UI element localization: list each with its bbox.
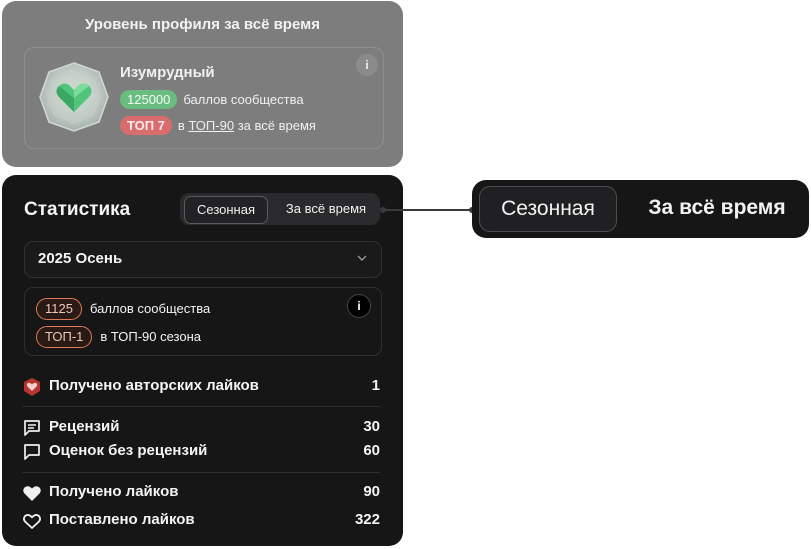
stat-label: Оценок без рецензий [49,442,208,459]
zoom-tab-season[interactable]: Сезонная [479,186,617,232]
tab-all-time[interactable]: За всё время [276,196,376,222]
points-label: баллов сообщества [183,92,304,107]
statistics-card: Статистика Сезонная За всё время 2025 Ос… [2,175,403,546]
stat-row-ratings: Оценок без рецензий 60 [22,440,380,462]
stat-value: 90 [363,483,380,500]
season-rank-badge: ТОП-1 [36,326,93,348]
tab-season[interactable]: Сезонная [184,196,268,224]
season-summary: 1125 баллов сообщества ТОП-1 в ТОП-90 сезо… [24,287,382,356]
stat-row-received-likes: Получено лайков 90 [22,481,380,503]
comment-icon [24,444,40,460]
season-select-value: 2025 Осень [38,250,123,267]
season-select[interactable]: 2025 Осень [24,241,382,278]
heart-shield-icon [24,378,40,396]
divider [22,472,380,473]
statistics-title: Статистика [24,199,131,220]
season-points-row: 1125 баллов сообщества [36,298,210,320]
top90-link[interactable]: ТОП-90 [188,118,234,133]
info-icon[interactable]: i [347,294,371,318]
stat-row-given-likes: Поставлено лайков 322 [22,509,380,531]
level-points-row: 125000 баллов сообщества [120,90,304,109]
level-rank-row: ТОП 7 в ТОП-90 за всё время [120,116,316,135]
review-icon [24,420,40,436]
zoom-tab-all-time[interactable]: За всё время [632,186,802,230]
rank-suffix: за всё время [237,118,316,133]
level-name: Изумрудный [120,64,215,81]
info-icon[interactable]: i [356,54,378,76]
heart-filled-icon [23,486,41,501]
stat-label: Получено авторских лайков [49,377,259,394]
points-badge: 125000 [120,90,178,109]
season-points-label: баллов сообщества [89,301,211,316]
season-points-badge: 1125 [36,298,82,320]
chevron-down-icon [357,255,367,261]
divider [22,406,380,407]
stat-label: Поставлено лайков [49,511,195,528]
stat-row-author-likes: Получено авторских лайков 1 [22,375,380,397]
season-rank-label: в ТОП-90 сезона [100,329,202,344]
heart-outline-icon [23,514,41,529]
stat-value: 322 [354,511,380,528]
zoomed-period-toggle: Сезонная За всё время [472,180,809,238]
stat-value: 1 [371,377,380,394]
level-summary: Изумрудный 125000 баллов сообщества ТОП 7… [24,47,384,149]
stat-label: Рецензий [49,418,120,435]
level-card-title: Уровень профиля за всё время [85,16,320,33]
stat-value: 30 [363,418,380,435]
stat-row-reviews: Рецензий 30 [22,416,380,438]
stat-label: Получено лайков [49,483,179,500]
season-rank-row: ТОП-1 в ТОП-90 сезона [36,326,201,348]
rank-badge: ТОП 7 [120,116,172,135]
emerald-heart-gem-icon [39,62,109,132]
stat-value: 60 [363,442,380,459]
profile-level-card: Уровень профиля за всё время Изумрудный … [2,1,403,167]
rank-prefix: в [177,118,185,133]
callout-connector [380,207,475,213]
period-toggle: Сезонная За всё время [180,193,380,225]
